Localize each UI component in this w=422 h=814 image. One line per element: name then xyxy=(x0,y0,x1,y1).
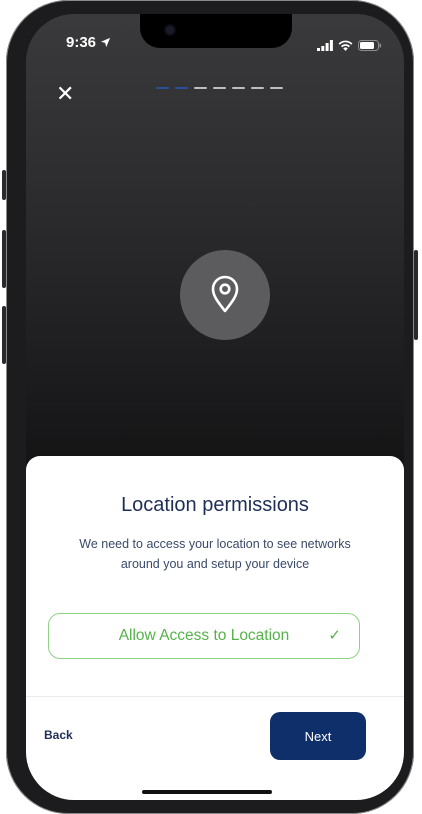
location-pin-icon xyxy=(203,271,247,319)
step-progress xyxy=(156,87,283,89)
notch xyxy=(140,14,292,48)
volume-down-button xyxy=(2,306,6,364)
phone-frame: 9:36 ✕ Location permissions We need to a… xyxy=(2,0,418,814)
progress-step xyxy=(213,87,226,89)
signal-icon xyxy=(317,36,333,55)
back-button[interactable]: Back xyxy=(44,728,73,742)
check-icon: ✓ xyxy=(328,626,341,644)
status-bar-time: 9:36 xyxy=(66,34,111,52)
progress-step xyxy=(232,87,245,89)
progress-step xyxy=(156,87,169,89)
location-arrow-icon xyxy=(100,35,111,52)
sheet-title: Location permissions xyxy=(121,494,309,516)
wifi-icon xyxy=(338,36,353,55)
next-button[interactable]: Next xyxy=(270,712,366,760)
location-circle xyxy=(180,250,270,340)
allow-location-button[interactable]: Allow Access to Location ✓ xyxy=(48,613,360,659)
screen: 9:36 ✕ Location permissions We need to a… xyxy=(26,14,404,800)
camera-icon xyxy=(166,26,174,34)
permission-sheet: Location permissions We need to access y… xyxy=(26,456,404,800)
battery-icon xyxy=(358,36,382,55)
divider xyxy=(26,696,404,697)
volume-up-button xyxy=(2,230,6,288)
progress-step xyxy=(270,87,283,89)
progress-step xyxy=(175,87,188,89)
home-indicator xyxy=(142,790,272,794)
power-button xyxy=(414,250,418,340)
progress-step xyxy=(251,87,264,89)
mute-switch xyxy=(2,170,6,200)
progress-step xyxy=(194,87,207,89)
sheet-description: We need to access your location to see n… xyxy=(79,537,351,571)
allow-location-label: Allow Access to Location xyxy=(118,627,290,644)
close-icon[interactable]: ✕ xyxy=(56,84,74,106)
status-icons xyxy=(317,36,382,55)
